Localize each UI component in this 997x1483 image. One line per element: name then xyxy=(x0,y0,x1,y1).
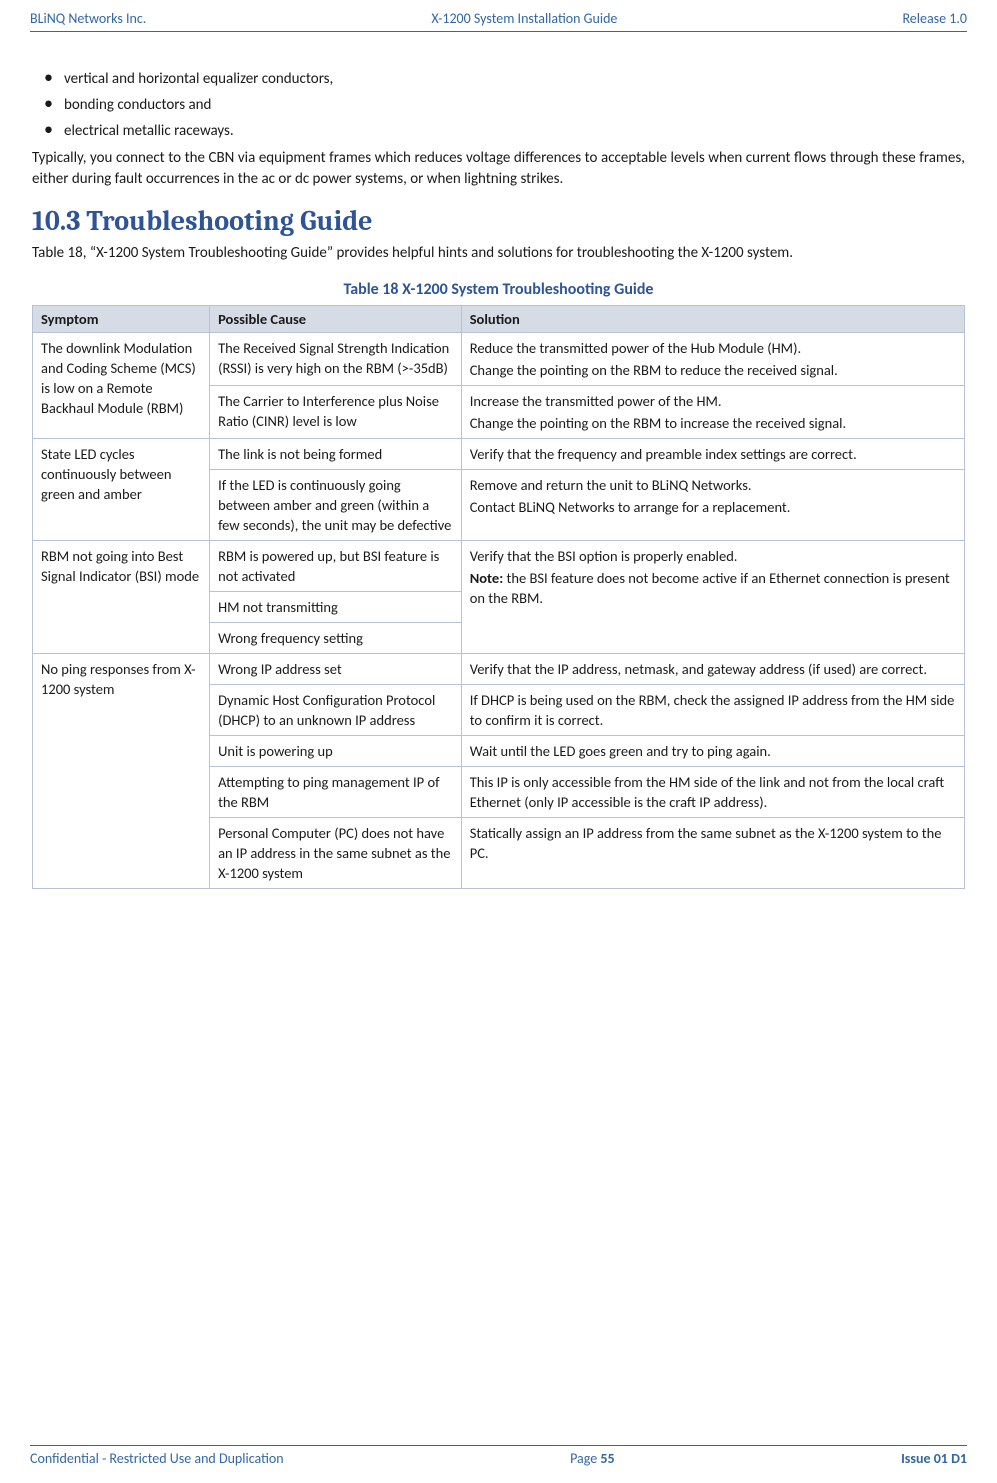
cell-cause: RBM is powered up, but BSI feature is no… xyxy=(210,541,462,592)
cell-cause: Dynamic Host Configuration Protocol (DHC… xyxy=(210,685,462,736)
bullet-list: vertical and horizontal equalizer conduc… xyxy=(32,70,965,140)
table-row: No ping responses from X-1200 system Wro… xyxy=(33,654,965,685)
page-footer: Confidential - Restricted Use and Duplic… xyxy=(30,1445,967,1467)
section-number: 10.3 xyxy=(32,205,80,237)
cell-solution: Remove and return the unit to BLiNQ Netw… xyxy=(461,470,964,541)
paragraph: Table 18, “X-1200 System Troubleshooting… xyxy=(32,243,965,264)
footer-right: Issue 01 D1 xyxy=(901,1450,967,1467)
table-row: RBM not going into Best Signal Indicator… xyxy=(33,541,965,592)
paragraph: Typically, you connect to the CBN via eq… xyxy=(32,148,965,189)
cell-cause: Wrong frequency setting xyxy=(210,623,462,654)
cell-cause: Attempting to ping management IP of the … xyxy=(210,767,462,818)
table-header-row: Symptom Possible Cause Solution xyxy=(33,306,965,333)
cell-symptom: The downlink Modulation and Coding Schem… xyxy=(33,333,210,439)
table-caption: Table 18 X-1200 System Troubleshooting G… xyxy=(32,280,965,299)
list-item: bonding conductors and xyxy=(64,96,965,114)
cell-cause: The Received Signal Strength Indication … xyxy=(210,333,462,386)
cell-symptom: State LED cycles continuously between gr… xyxy=(33,439,210,541)
cell-cause: If the LED is continuously going between… xyxy=(210,470,462,541)
header-right: Release 1.0 xyxy=(902,10,967,27)
list-item: electrical metallic raceways. xyxy=(64,122,965,140)
cell-cause: The Carrier to Interference plus Noise R… xyxy=(210,386,462,439)
header-center: X-1200 System Installation Guide xyxy=(431,10,617,27)
solution-line: Reduce the transmitted power of the Hub … xyxy=(470,338,956,358)
cell-solution: If DHCP is being used on the RBM, check … xyxy=(461,685,964,736)
cell-symptom: RBM not going into Best Signal Indicator… xyxy=(33,541,210,654)
solution-line: Remove and return the unit to BLiNQ Netw… xyxy=(470,475,956,495)
table-row: State LED cycles continuously between gr… xyxy=(33,439,965,470)
solution-line: Increase the transmitted power of the HM… xyxy=(470,391,956,411)
solution-line: Change the pointing on the RBM to reduce… xyxy=(470,360,956,380)
cell-solution: Reduce the transmitted power of the Hub … xyxy=(461,333,964,386)
cell-cause: HM not transmitting xyxy=(210,592,462,623)
cell-solution: Increase the transmitted power of the HM… xyxy=(461,386,964,439)
cell-symptom: No ping responses from X-1200 system xyxy=(33,654,210,889)
footer-left: Confidential - Restricted Use and Duplic… xyxy=(30,1450,284,1467)
header-left: BLiNQ Networks Inc. xyxy=(30,10,146,27)
cell-cause: Wrong IP address set xyxy=(210,654,462,685)
solution-line: Contact BLiNQ Networks to arrange for a … xyxy=(470,497,956,517)
footer-page-number: 55 xyxy=(600,1450,614,1467)
cell-solution: Wait until the LED goes green and try to… xyxy=(461,736,964,767)
solution-line: Verify that the BSI option is properly e… xyxy=(470,546,956,566)
col-solution: Solution xyxy=(461,306,964,333)
col-symptom: Symptom xyxy=(33,306,210,333)
troubleshooting-table: Symptom Possible Cause Solution The down… xyxy=(32,305,965,889)
note-label: Note: xyxy=(470,569,504,587)
page-content: vertical and horizontal equalizer conduc… xyxy=(30,70,967,889)
col-cause: Possible Cause xyxy=(210,306,462,333)
cell-cause: Unit is powering up xyxy=(210,736,462,767)
solution-line: Change the pointing on the RBM to increa… xyxy=(470,413,956,433)
note-text: the BSI feature does not become active i… xyxy=(470,569,950,607)
cell-solution: Verify that the frequency and preamble i… xyxy=(461,439,964,470)
cell-solution: This IP is only accessible from the HM s… xyxy=(461,767,964,818)
table-row: The downlink Modulation and Coding Schem… xyxy=(33,333,965,386)
section-title: Troubleshooting Guide xyxy=(86,205,372,237)
footer-page-label: Page xyxy=(570,1450,600,1467)
cell-cause: Personal Computer (PC) does not have an … xyxy=(210,818,462,889)
solution-line: Note: the BSI feature does not become ac… xyxy=(470,568,956,608)
page-header: BLiNQ Networks Inc. X-1200 System Instal… xyxy=(30,0,967,32)
cell-cause: The link is not being formed xyxy=(210,439,462,470)
cell-solution: Verify that the IP address, netmask, and… xyxy=(461,654,964,685)
list-item: vertical and horizontal equalizer conduc… xyxy=(64,70,965,88)
footer-center: Page 55 xyxy=(570,1450,614,1467)
cell-solution: Verify that the BSI option is properly e… xyxy=(461,541,964,654)
section-heading: 10.3Troubleshooting Guide xyxy=(32,205,965,237)
cell-solution: Statically assign an IP address from the… xyxy=(461,818,964,889)
